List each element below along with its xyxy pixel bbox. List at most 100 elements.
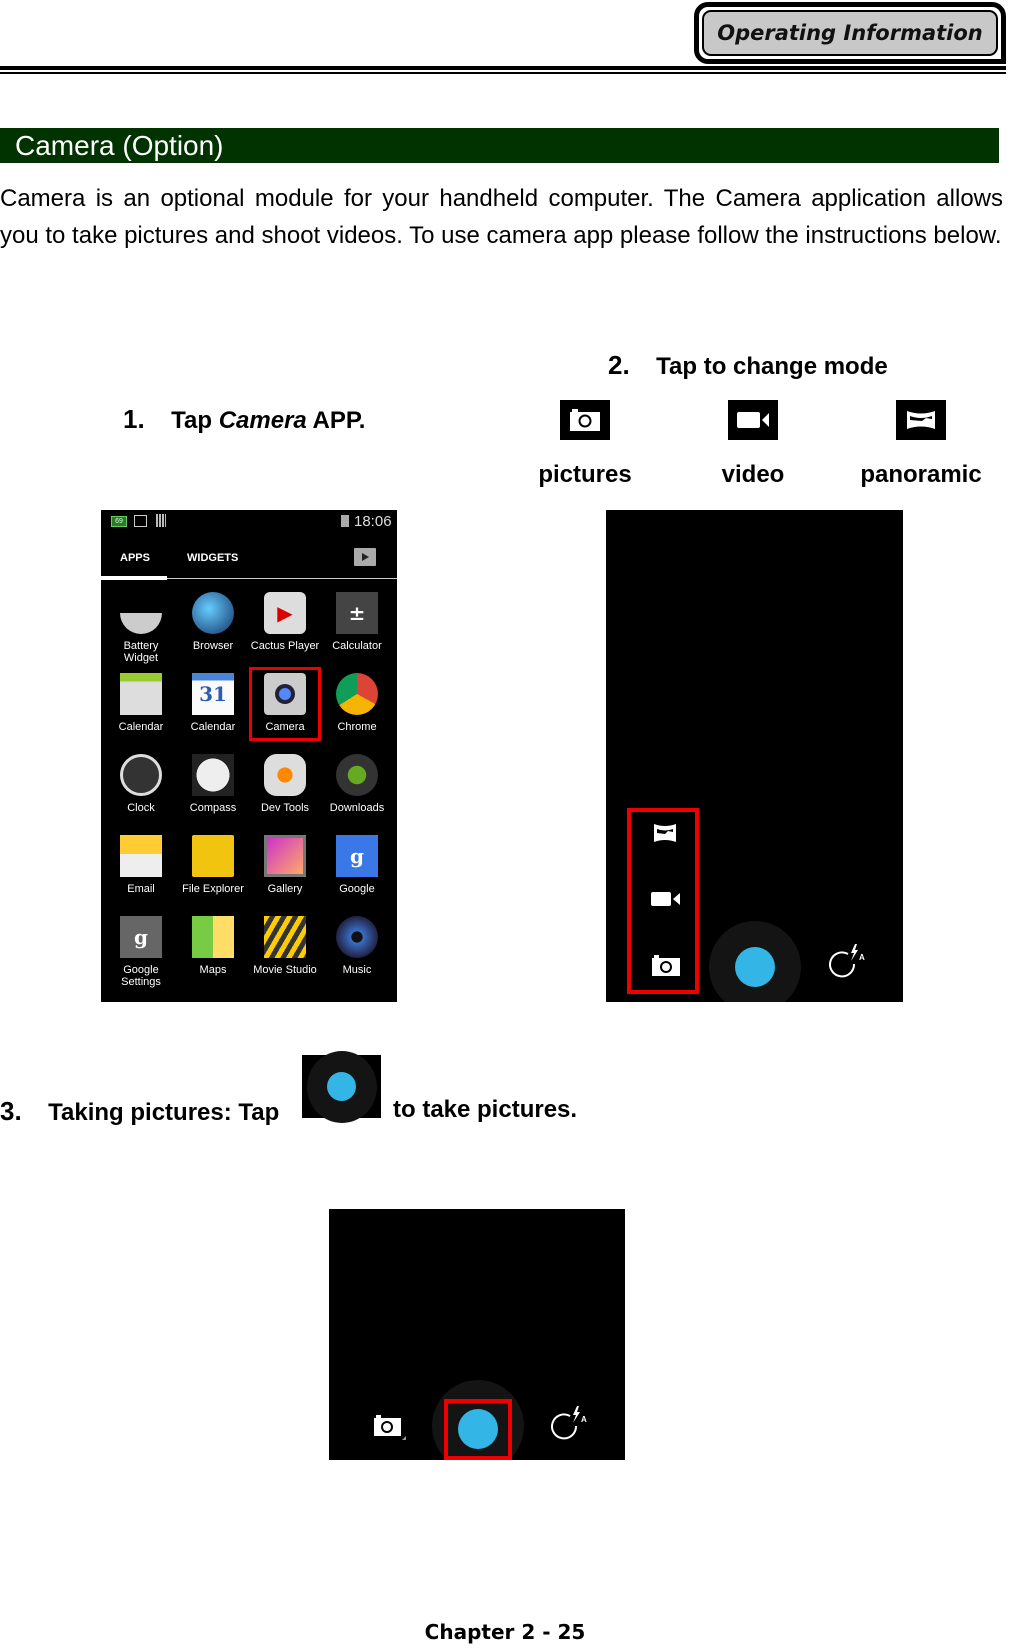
app-drawer-screenshot: 69 18:06 APPS WIDGETS Battery Widget Brow…	[101, 510, 397, 1002]
camera-mode-button[interactable]	[374, 1414, 406, 1445]
folder-icon	[192, 835, 234, 877]
step-2: 2. Tap to change mode	[608, 350, 888, 381]
header-rule-thin	[0, 72, 1006, 74]
app-label: Compass	[189, 802, 237, 814]
mode-label-panoramic: panoramic	[860, 461, 982, 488]
app-label: Browser	[192, 640, 234, 652]
app-file-explorer[interactable]: File Explorer	[177, 833, 249, 914]
panorama-mode-button[interactable]	[653, 823, 677, 848]
compass-icon	[192, 754, 234, 796]
maps-icon	[192, 916, 234, 958]
shutter-inline-icon	[302, 1051, 381, 1123]
mode-label-video: video	[721, 461, 785, 488]
step-number: 1.	[123, 404, 145, 434]
downloads-icon	[336, 754, 378, 796]
panorama-icon	[896, 400, 946, 440]
take-picture-screenshot: A	[329, 1209, 625, 1460]
tab-indicator	[101, 576, 167, 580]
browser-icon	[192, 592, 234, 634]
app-battery-widget[interactable]: Battery Widget	[105, 590, 177, 671]
app-label: Music	[342, 964, 372, 976]
app-label: Google	[339, 883, 375, 895]
flash-auto-icon[interactable]: A	[546, 1404, 590, 1449]
app-camera[interactable]: Camera	[249, 667, 321, 752]
video-mode-button[interactable]	[651, 890, 681, 913]
tab-widgets[interactable]: WIDGETS	[187, 552, 238, 564]
app-clock[interactable]: Clock	[105, 752, 177, 833]
app-cactus-player[interactable]: ▶ Cactus Player	[249, 590, 321, 671]
step-1: 1. Tap Camera APP.	[123, 404, 365, 435]
shutter-button[interactable]	[458, 1409, 498, 1449]
charging-icon	[341, 515, 349, 527]
status-bar: 69 18:06	[101, 510, 397, 536]
svg-text:A: A	[581, 1415, 587, 1424]
chapter-header-title: Operating Information	[717, 21, 983, 45]
video-camera-icon	[728, 400, 778, 440]
app-label: Dev Tools	[260, 802, 310, 814]
mode-label-pictures: pictures	[538, 461, 632, 488]
tab-apps[interactable]: APPS	[120, 552, 150, 564]
app-label: File Explorer	[182, 883, 244, 895]
app-label: Email	[127, 883, 155, 895]
flash-auto-icon[interactable]: A	[824, 942, 868, 987]
cactus-player-icon: ▶	[264, 592, 306, 634]
email-icon	[120, 835, 162, 877]
app-label: Calendar	[118, 721, 164, 733]
chapter-header-box: Operating Information	[694, 2, 1006, 64]
dev-tools-icon	[264, 754, 306, 796]
app-movie-studio[interactable]: Movie Studio	[249, 914, 321, 995]
app-calculator[interactable]: ± Calculator	[321, 590, 393, 671]
calendar-widget-icon	[120, 673, 162, 715]
app-downloads[interactable]: Downloads	[321, 752, 393, 833]
app-calendar[interactable]: 31 Calendar	[177, 671, 249, 752]
status-time: 18:06	[354, 513, 392, 530]
camera-app-highlight	[249, 667, 321, 741]
picture-mode-button[interactable]	[652, 954, 680, 981]
app-label: Chrome	[337, 721, 377, 733]
app-label: Google Settings	[121, 964, 161, 988]
camera-mode-screenshot: A	[606, 510, 903, 1002]
app-label: Battery Widget	[123, 640, 159, 664]
image-notification-icon	[134, 515, 147, 527]
app-email[interactable]: Email	[105, 833, 177, 914]
app-google-settings[interactable]: g Google Settings	[105, 914, 177, 995]
app-browser[interactable]: Browser	[177, 590, 249, 671]
app-gallery[interactable]: Gallery	[249, 833, 321, 914]
app-google[interactable]: g Google	[321, 833, 393, 914]
google-icon: g	[336, 835, 378, 877]
app-calendar[interactable]: Calendar	[105, 671, 177, 752]
step-number: 2.	[608, 350, 630, 380]
music-icon	[336, 916, 378, 958]
app-dev-tools[interactable]: Dev Tools	[249, 752, 321, 833]
app-label: Calendar	[190, 721, 236, 733]
chrome-icon	[336, 673, 378, 715]
step-3-text-before: Taking pictures: Tap	[48, 1099, 280, 1126]
google-settings-icon: g	[120, 916, 162, 958]
barcode-notification-icon	[156, 514, 166, 527]
page-footer: Chapter 2 - 25	[424, 1620, 586, 1644]
app-label: Gallery	[267, 883, 303, 895]
shutter-button[interactable]	[735, 947, 775, 987]
step-number: 3.	[0, 1096, 22, 1126]
app-label: Movie Studio	[253, 964, 317, 976]
step-3: 3. Taking pictures: Tap	[0, 1096, 279, 1127]
step-3-text-after: to take pictures.	[393, 1096, 578, 1123]
app-label: Downloads	[329, 802, 385, 814]
header-rule	[0, 66, 1006, 70]
gallery-icon	[264, 835, 306, 877]
camera-icon	[560, 400, 610, 440]
section-title: Camera (Option)	[15, 130, 224, 161]
svg-text:A: A	[859, 953, 865, 962]
movie-studio-icon	[264, 916, 306, 958]
app-music[interactable]: Music	[321, 914, 393, 995]
app-chrome[interactable]: Chrome	[321, 671, 393, 752]
app-maps[interactable]: Maps	[177, 914, 249, 995]
play-store-icon[interactable]	[354, 548, 376, 566]
app-label: Clock	[127, 802, 155, 814]
app-compass[interactable]: Compass	[177, 752, 249, 833]
app-label: Calculator	[332, 640, 382, 652]
app-grid: Battery Widget Browser ▶ Cactus Player ± Calc…	[105, 590, 393, 995]
app-label: Cactus Player	[250, 640, 320, 652]
clock-icon	[120, 754, 162, 796]
battery-widget-icon	[120, 592, 162, 634]
